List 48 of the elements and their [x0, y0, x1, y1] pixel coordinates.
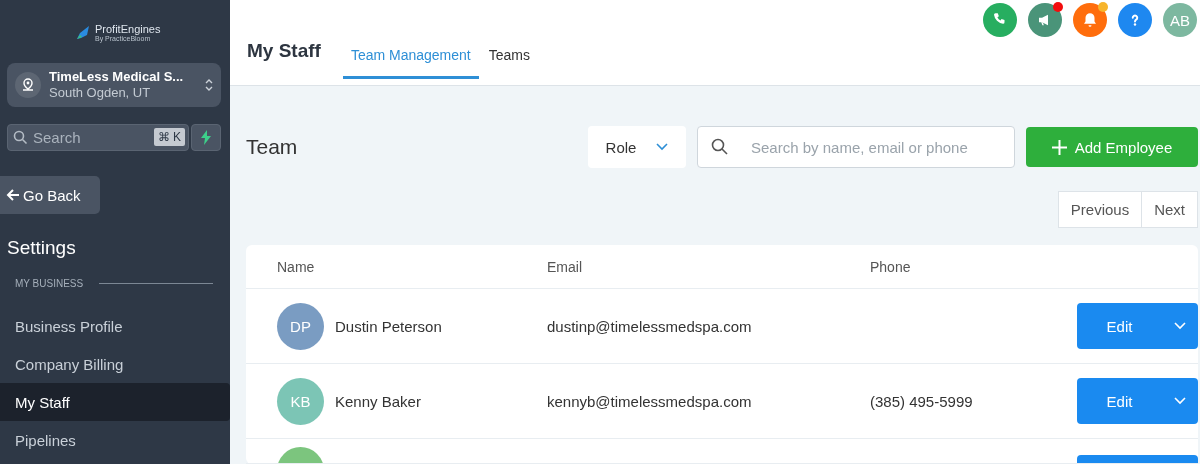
location-address: South Ogden, UT — [49, 85, 152, 101]
shortcut-hint: ⌘ K — [153, 128, 185, 146]
employee-avatar: DP — [277, 302, 324, 350]
column-header: Name — [277, 258, 315, 275]
help-button[interactable] — [1118, 3, 1152, 37]
search-icon — [13, 130, 28, 145]
sidebar-item[interactable]: Business Profile — [0, 307, 230, 345]
section-label: MY BUSINESS — [15, 278, 84, 289]
edit-button[interactable]: Edit — [1077, 378, 1198, 424]
column-header: Phone — [870, 258, 911, 275]
page-title: My Staff — [247, 40, 321, 63]
pagination-button[interactable]: Next — [1142, 191, 1198, 228]
section-title: Team — [246, 135, 299, 159]
phone-button[interactable] — [983, 3, 1017, 37]
arrow-left-icon — [6, 188, 20, 202]
location-switcher[interactable]: TimeLess Medical S... South Ogden, UT — [7, 63, 221, 107]
quick-action-button[interactable] — [191, 124, 221, 151]
chevron-down-icon — [1174, 397, 1186, 405]
go-back-button[interactable]: Go Back — [0, 176, 100, 214]
role-dropdown[interactable]: Role — [588, 126, 686, 168]
logo-text: ProfitEngines — [95, 24, 161, 35]
employee-name: Dustin Peterson — [335, 317, 442, 335]
sidebar-item[interactable]: Company Billing — [0, 345, 230, 383]
tab[interactable]: Teams — [480, 47, 538, 79]
employee-avatar: KB — [277, 377, 324, 425]
employee-email: kennyb@timelessmedspa.com — [547, 392, 752, 410]
chevron-down-icon — [1174, 322, 1186, 330]
edit-button[interactable]: Edit — [1077, 303, 1198, 349]
sidebar-item[interactable]: Pipelines — [0, 421, 230, 459]
employee-email: dustinp@timelessmedspa.com — [547, 317, 752, 335]
chevron-up-down-icon — [205, 78, 213, 92]
rocket-icon — [74, 24, 92, 42]
location-pin-icon — [21, 78, 35, 92]
pagination-button[interactable]: Previous — [1057, 191, 1143, 228]
bell-icon — [1081, 11, 1099, 29]
search-icon — [711, 138, 728, 155]
lightning-icon — [200, 130, 212, 145]
plus-icon — [1051, 139, 1067, 155]
employee-name: Kenny Baker — [335, 392, 421, 410]
megaphone-button[interactable] — [1028, 3, 1062, 37]
bell-button[interactable] — [1073, 3, 1107, 37]
sidebar-item[interactable]: My Staff — [0, 383, 230, 421]
location-name: TimeLess Medical S... — [49, 69, 185, 85]
column-header: Email — [547, 258, 582, 275]
sidebar-title: Settings — [7, 237, 77, 259]
employee-phone: (385) 495-5999 — [870, 392, 973, 410]
tab[interactable]: Team Management — [342, 47, 479, 79]
chevron-down-icon — [656, 143, 669, 151]
